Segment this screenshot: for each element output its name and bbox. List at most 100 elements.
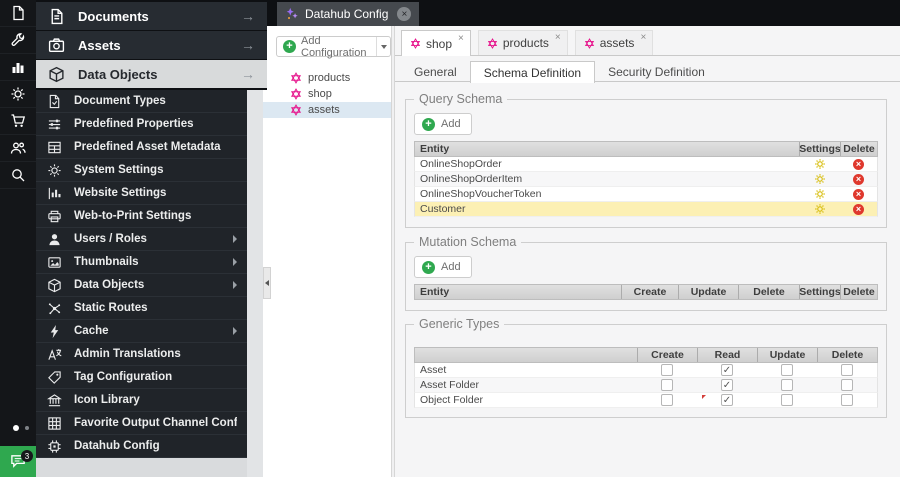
settings-gear-icon[interactable] — [814, 188, 826, 200]
submenu-arrow-icon — [233, 281, 237, 289]
table-row[interactable]: Asset Folder — [414, 378, 878, 393]
ecommerce-button[interactable] — [0, 108, 36, 135]
update-checkbox[interactable] — [781, 364, 793, 376]
sidebar-item-data-objects[interactable]: Data Objects — [36, 274, 247, 297]
tools-button[interactable] — [0, 27, 36, 54]
tree-item-assets[interactable]: assets — [263, 102, 391, 118]
sidebar-item-icon-library[interactable]: Icon Library — [36, 389, 247, 412]
tree-item-shop[interactable]: shop — [263, 86, 391, 102]
column-header-update[interactable]: Update — [757, 348, 817, 362]
column-header-update[interactable]: Update — [678, 285, 738, 299]
sidebar-item-tag-configuration[interactable]: Tag Configuration — [36, 366, 247, 389]
query-add-button[interactable]: + Add — [414, 113, 472, 135]
read-checkbox[interactable] — [721, 394, 733, 406]
settings-gear-icon[interactable] — [814, 158, 826, 170]
close-tab-icon[interactable]: × — [640, 32, 646, 43]
tab-shop[interactable]: shop × — [401, 30, 471, 56]
menu-item-documents[interactable]: Documents → — [36, 2, 267, 30]
column-header-entity[interactable]: Entity — [415, 142, 799, 156]
sidebar-item-datahub-config[interactable]: Datahub Config — [36, 435, 247, 458]
reports-button[interactable] — [0, 54, 36, 81]
tab-products[interactable]: products × — [477, 30, 568, 55]
sidebar-item-thumbnails[interactable]: Thumbnails — [36, 251, 247, 274]
column-header-settings[interactable]: Settings — [799, 142, 841, 156]
cube-icon — [48, 278, 61, 292]
type-cell: Asset Folder — [420, 379, 479, 391]
read-checkbox[interactable] — [721, 364, 733, 376]
delete-checkbox[interactable] — [841, 394, 853, 406]
delete-row-icon[interactable]: × — [853, 203, 864, 215]
sidebar-item-predefined-properties[interactable]: Predefined Properties — [36, 113, 247, 136]
file-button[interactable] — [0, 0, 36, 27]
create-checkbox[interactable] — [661, 364, 673, 376]
table-row[interactable]: OnlineShopVoucherToken × — [414, 187, 878, 202]
sidebar-item-users-roles[interactable]: Users / Roles — [36, 228, 247, 251]
delete-row-icon[interactable]: × — [853, 188, 864, 200]
update-checkbox[interactable] — [781, 379, 793, 391]
sidebar-item-website-settings[interactable]: Website Settings — [36, 182, 247, 205]
subtab-label: General — [414, 64, 457, 79]
column-header-delete[interactable]: Delete — [817, 348, 877, 362]
table-row[interactable]: Object Folder — [414, 393, 878, 408]
delete-checkbox[interactable] — [841, 379, 853, 391]
arrow-right-icon: → — [241, 66, 255, 82]
table-row[interactable]: Customer × — [414, 202, 878, 217]
mutation-add-button[interactable]: + Add — [414, 256, 472, 278]
column-header-delete[interactable]: Delete — [840, 142, 877, 156]
add-configuration-button[interactable]: + Add Configuration — [276, 35, 392, 59]
settings-gear-icon[interactable] — [814, 203, 826, 215]
column-header-settings[interactable]: Settings — [799, 285, 841, 299]
column-header-entity[interactable]: Entity — [415, 285, 621, 299]
document-types-icon — [49, 94, 60, 108]
read-checkbox[interactable] — [721, 379, 733, 391]
tree-item-products[interactable]: products — [263, 70, 391, 86]
collapse-panel-handle[interactable] — [263, 267, 271, 299]
overflow-dots — [13, 425, 29, 431]
column-header-delete[interactable]: Delete — [738, 285, 799, 299]
table-row[interactable]: OnlineShopOrderItem × — [414, 172, 878, 187]
sidebar-item-label: Icon Library — [74, 394, 140, 406]
add-configuration-dropdown[interactable] — [376, 37, 390, 56]
update-checkbox[interactable] — [781, 394, 793, 406]
users-button[interactable] — [0, 135, 36, 162]
sidebar-item-predefined-asset-metadata[interactable]: Predefined Asset Metadata — [36, 136, 247, 159]
column-header-create[interactable]: Create — [621, 285, 678, 299]
grid-header: Create Read Update Delete — [414, 347, 878, 363]
sidebar-item-web-to-print-settings[interactable]: Web-to-Print Settings — [36, 205, 247, 228]
sidebar-item-favorite-output-channel-configurations[interactable]: Favorite Output Channel Configurations — [36, 412, 247, 435]
delete-row-icon[interactable]: × — [853, 158, 864, 170]
column-header-read[interactable]: Read — [697, 348, 757, 362]
sidebar-item-cache[interactable]: Cache — [36, 320, 247, 343]
tab-general[interactable]: General — [401, 61, 470, 82]
sidebar-item-static-routes[interactable]: Static Routes — [36, 297, 247, 320]
close-tab-icon[interactable]: × — [397, 7, 412, 21]
column-header-delete[interactable]: Delete — [840, 285, 877, 299]
sidebar-item-document-types[interactable]: Document Types — [36, 90, 247, 113]
panel-gutter-bottom — [36, 458, 247, 477]
close-tab-icon[interactable]: × — [555, 32, 561, 43]
delete-row-icon[interactable]: × — [853, 173, 864, 185]
table-row[interactable]: Asset — [414, 363, 878, 378]
gear-icon — [48, 163, 61, 177]
camera-icon — [48, 37, 65, 52]
submenu-arrow-icon — [233, 235, 237, 243]
settings-button[interactable] — [0, 81, 36, 108]
settings-gear-icon[interactable] — [814, 173, 826, 185]
create-checkbox[interactable] — [661, 379, 673, 391]
delete-checkbox[interactable] — [841, 364, 853, 376]
fieldset-legend: Query Schema — [414, 92, 508, 106]
workspace-tab-datahub-config[interactable]: Datahub Config × — [277, 2, 420, 26]
menu-item-data-objects[interactable]: Data Objects → — [36, 60, 267, 88]
column-header-create[interactable]: Create — [637, 348, 697, 362]
table-row[interactable]: OnlineShopOrder × — [414, 157, 878, 172]
search-button[interactable] — [0, 162, 36, 189]
close-tab-icon[interactable]: × — [458, 33, 464, 44]
tab-schema-definition[interactable]: Schema Definition — [469, 61, 596, 83]
sidebar-item-admin-translations[interactable]: Admin Translations — [36, 343, 247, 366]
create-checkbox[interactable] — [661, 394, 673, 406]
tab-security-definition[interactable]: Security Definition — [595, 61, 718, 82]
sidebar-item-system-settings[interactable]: System Settings — [36, 159, 247, 182]
menu-item-assets[interactable]: Assets → — [36, 31, 267, 59]
tab-assets[interactable]: assets × — [574, 30, 654, 55]
chat-button[interactable]: 3 — [0, 446, 36, 477]
